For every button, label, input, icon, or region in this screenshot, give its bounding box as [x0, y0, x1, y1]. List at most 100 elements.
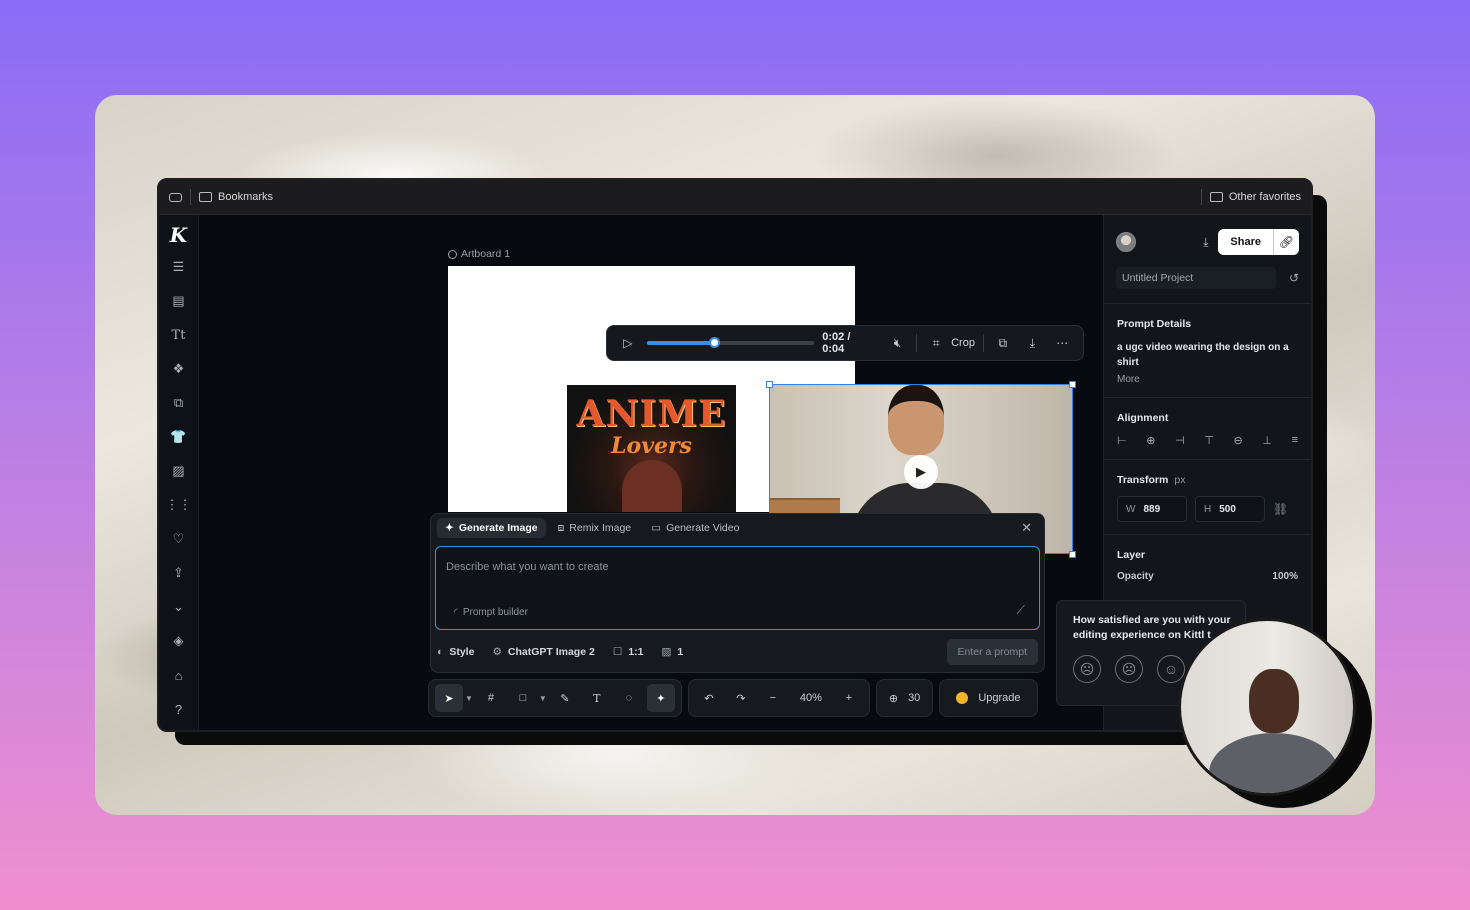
duplicate-icon[interactable]: ⧉ — [992, 336, 1014, 351]
progress-knob[interactable] — [708, 337, 720, 348]
credits-group[interactable]: ⊕ 30 — [875, 679, 934, 717]
other-favorites-label: Other favorites — [1228, 191, 1301, 203]
tab-remix-image[interactable]: ⧈ Remix Image — [550, 518, 640, 539]
zoom-level[interactable]: 40% — [791, 684, 831, 712]
palette-icon: ◐ — [437, 646, 444, 658]
magic-wand-icon[interactable]: ⟋ — [1017, 603, 1025, 618]
grid-icon[interactable]: ⋮⋮ — [166, 493, 192, 517]
play-icon[interactable]: ▶ — [904, 455, 938, 489]
tab-generate-image[interactable]: ✦ Generate Image — [437, 518, 546, 538]
resize-handle-br[interactable] — [1069, 551, 1076, 558]
align-bottom-icon[interactable]: ⊥ — [1262, 434, 1272, 447]
model-selector[interactable]: ⚙ ChatGPT Image 2 — [492, 646, 594, 658]
tab-label: Generate Video — [666, 522, 740, 534]
text-icon[interactable]: Tt — [167, 323, 191, 347]
graduation-cap-icon[interactable]: ⌂ — [167, 663, 191, 687]
other-favorites-folder[interactable]: Other favorites — [1209, 191, 1301, 203]
comment-tool-icon[interactable]: ◌ — [615, 684, 643, 712]
elements-icon[interactable]: ❖ — [167, 357, 191, 381]
shirt-design-image[interactable]: ANIME Lovers — [567, 385, 736, 512]
layout-icon[interactable]: ▤ — [167, 289, 191, 313]
link-icon[interactable]: ⛓ — [1273, 502, 1288, 516]
download-icon[interactable]: ⤓ — [1203, 235, 1208, 250]
enter-prompt-button[interactable]: Enter a prompt — [946, 639, 1038, 665]
resize-handle-tl[interactable] — [766, 381, 773, 388]
frame-tool-icon[interactable]: # — [477, 684, 505, 712]
align-left-icon[interactable]: ⊢ — [1117, 434, 1127, 447]
bookmarks-label: Bookmarks — [218, 191, 274, 203]
left-rail: K ☰ ▤ Tt ❖ ⧉ 👕 ▨ ⋮⋮ ♡ ⇪ ⌄ ◈ ⌂ ? — [159, 215, 199, 730]
tab-actions-icon[interactable] — [169, 192, 182, 202]
project-name-field[interactable]: Untitled Project — [1116, 267, 1276, 289]
more-icon[interactable]: ⋯ — [1051, 336, 1073, 350]
upload-icon[interactable]: ⇪ — [167, 561, 191, 585]
chevron-down-icon[interactable]: ▼ — [465, 694, 473, 703]
play-icon[interactable]: ▷ — [617, 336, 639, 350]
image-edit-icon[interactable]: ⧉ — [167, 391, 191, 415]
share-button[interactable]: Share — [1218, 229, 1273, 255]
align-center-v-icon[interactable]: ⊖ — [1234, 434, 1243, 447]
history-icon[interactable]: ↺ — [1289, 271, 1299, 285]
folder-icon — [199, 192, 212, 202]
tab-generate-video[interactable]: ▭ Generate Video — [643, 518, 747, 538]
prompt-builder-button[interactable]: ◜ Prompt builder — [454, 607, 528, 618]
crop-button[interactable]: Crop — [951, 337, 975, 349]
image-icon[interactable]: ▨ — [167, 459, 191, 483]
sad-face-icon[interactable]: ☹ — [1115, 655, 1143, 683]
distribute-icon[interactable]: ≡ — [1292, 434, 1298, 447]
mute-icon[interactable]: 🔇︎ — [887, 336, 909, 351]
ratio-label: 1:1 — [628, 646, 644, 658]
resize-handle-tr[interactable] — [1069, 381, 1076, 388]
ratio-selector[interactable]: ☐ 1:1 — [613, 646, 644, 658]
zoom-out-button[interactable]: − — [759, 684, 787, 712]
count-selector[interactable]: ▨ 1 — [661, 646, 683, 658]
height-value: 500 — [1219, 503, 1236, 515]
chevron-down-icon[interactable]: ⌄ — [167, 595, 191, 619]
angry-face-icon[interactable]: ☹ — [1073, 655, 1101, 683]
shape-tool-icon[interactable]: □ — [509, 684, 537, 712]
height-field[interactable]: H 500 — [1195, 496, 1265, 522]
undo-icon[interactable]: ↶ — [695, 684, 723, 712]
divider — [916, 334, 918, 352]
pen-tool-icon[interactable]: ✎ — [551, 684, 579, 712]
align-top-icon[interactable]: ⊤ — [1204, 434, 1214, 447]
video-progress[interactable] — [646, 337, 815, 348]
tab-label: Generate Image — [458, 522, 538, 534]
link-icon[interactable]: 🔗︎ — [1273, 229, 1299, 255]
text-tool-icon[interactable]: T — [583, 684, 611, 712]
section-title: Transform px — [1117, 474, 1298, 486]
avatar[interactable] — [1116, 232, 1136, 252]
ai-tool-icon[interactable]: ✦ — [646, 684, 675, 712]
zoom-in-button[interactable]: + — [835, 684, 863, 712]
align-right-icon[interactable]: ⊣ — [1175, 434, 1185, 447]
crop-icon[interactable]: ⌗ — [925, 336, 947, 351]
panel-header: ⤓ Share 🔗︎ — [1104, 215, 1311, 257]
height-label: H — [1204, 503, 1212, 515]
webcam-person-body — [1209, 733, 1339, 793]
layers-icon[interactable]: ◈ — [167, 629, 191, 653]
kittl-logo[interactable]: K — [170, 223, 187, 247]
width-field[interactable]: W 889 — [1117, 496, 1187, 522]
redo-icon[interactable]: ↷ — [727, 684, 755, 712]
bookmarks-folder[interactable]: Bookmarks — [199, 191, 273, 203]
opacity-label: Opacity — [1117, 571, 1154, 582]
help-icon[interactable]: ? — [167, 697, 191, 721]
upgrade-button[interactable]: Upgrade — [939, 679, 1038, 717]
download-icon[interactable]: ⤓ — [1022, 336, 1044, 351]
style-selector[interactable]: ◐ Style — [437, 646, 474, 658]
align-center-h-icon[interactable]: ⊕ — [1146, 434, 1155, 447]
width-value: 889 — [1143, 503, 1161, 515]
opacity-value[interactable]: 100% — [1272, 571, 1298, 582]
neutral-face-icon[interactable]: ☺ — [1157, 655, 1185, 683]
canvas[interactable]: Artboard 1 ANIME Lovers ▶ ▷ 0:02 / 0:04 … — [200, 215, 1102, 730]
heart-icon[interactable]: ♡ — [167, 527, 191, 551]
more-link[interactable]: More — [1117, 374, 1298, 385]
design-subtitle: Lovers — [611, 433, 692, 459]
chevron-down-icon[interactable]: ▼ — [539, 694, 547, 703]
prompt-input[interactable] — [446, 557, 1006, 577]
menu-icon[interactable]: ☰ — [167, 255, 191, 279]
shirt-icon[interactable]: 👕 — [167, 425, 191, 449]
select-tool-icon[interactable]: ➤ — [435, 684, 463, 712]
artboard-label[interactable]: Artboard 1 — [448, 248, 510, 260]
close-icon[interactable]: ✕ — [1021, 520, 1038, 536]
